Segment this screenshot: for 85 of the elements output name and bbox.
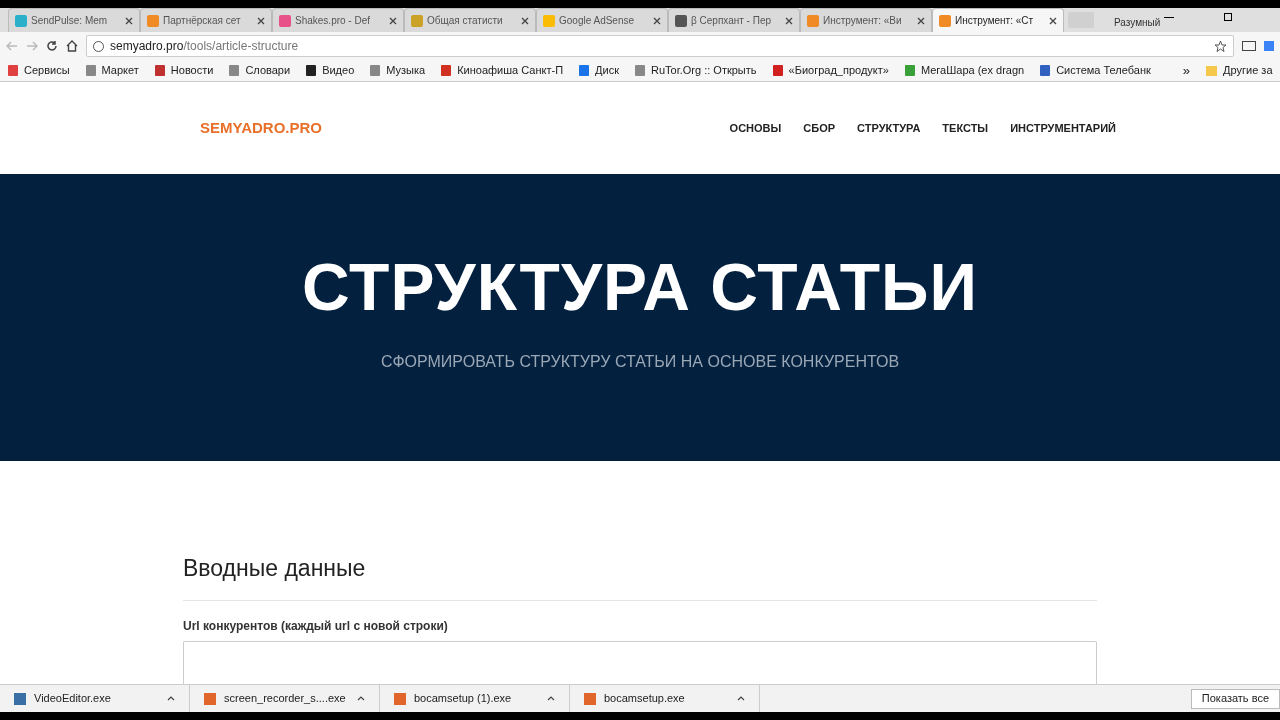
bookmark[interactable]: МегаШара (ex dragn — [904, 62, 1025, 79]
bookmark[interactable]: Видео — [306, 62, 355, 79]
favicon-icon — [807, 14, 819, 27]
bookmark-icon — [635, 65, 645, 76]
url-text: semyadro.pro/tools/article-structure — [110, 38, 299, 55]
browser-tab[interactable]: Shakes.pro - Def — [272, 8, 404, 32]
bookmark[interactable]: Система Телебанк — [1040, 62, 1151, 79]
tab-title: Google AdSense — [559, 14, 636, 28]
tab-title: Инструмент: «Ст — [955, 14, 1035, 28]
caret-icon — [167, 696, 175, 701]
tab-title: Общая статисти — [427, 14, 504, 28]
browser-tab[interactable]: Партнёрская сет — [140, 8, 272, 32]
close-icon[interactable] — [257, 16, 265, 25]
bookmark[interactable]: Киноафиша Санкт-П — [441, 62, 564, 79]
bookmark-icon — [306, 65, 317, 76]
browser-tab[interactable]: SendPulse: Mem — [8, 8, 140, 32]
bookmark-icon — [370, 65, 381, 76]
bookmark-icon — [904, 65, 915, 76]
browser-tab[interactable]: Инструмент: «Ви — [800, 8, 932, 32]
nav-link[interactable]: ИНСТРУМЕНТАРИЙ — [1010, 119, 1116, 137]
favicon-icon — [411, 14, 423, 27]
browser-tab[interactable]: β Серпхант - Пер — [668, 8, 800, 32]
favicon-icon — [675, 14, 687, 27]
nav-link[interactable]: СТРУКТУРА — [857, 119, 921, 137]
nav-link[interactable]: ТЕКСТЫ — [942, 119, 989, 137]
tab-title: Партнёрская сет — [163, 14, 242, 28]
bookmark[interactable]: Маркет — [85, 62, 139, 79]
tab-title: β Серпхант - Пер — [691, 14, 773, 28]
favicon-icon — [939, 14, 951, 27]
section-heading: Вводные данные — [183, 554, 367, 583]
bookmark-icon — [1040, 65, 1051, 76]
nav-link[interactable]: СБОР — [803, 119, 836, 137]
tab-title: Инструмент: «Ви — [823, 14, 903, 28]
folder-icon — [1206, 65, 1218, 76]
favicon-icon — [147, 14, 159, 27]
file-icon — [584, 692, 596, 705]
bookmark-icon — [8, 65, 18, 76]
bookmark-icon — [772, 65, 783, 76]
more-bookmarks-button[interactable]: » — [1182, 60, 1191, 81]
other-bookmarks[interactable]: Другие за — [1206, 62, 1273, 79]
star-icon[interactable] — [1214, 39, 1227, 53]
close-icon[interactable] — [785, 16, 793, 25]
browser-tab[interactable]: Google AdSense — [536, 8, 668, 32]
close-icon[interactable] — [125, 16, 133, 25]
file-icon — [14, 692, 26, 705]
bookmark[interactable]: Новости — [154, 62, 214, 79]
caret-icon — [357, 696, 365, 701]
close-icon[interactable] — [917, 16, 925, 25]
show-all-button[interactable]: Показать все — [1190, 688, 1280, 709]
browser-tab[interactable]: Инструмент: «Ст — [932, 8, 1064, 32]
close-icon[interactable] — [653, 16, 661, 25]
favicon-icon — [543, 14, 555, 27]
nav-link[interactable]: ОСНОВЫ — [729, 119, 782, 137]
caret-icon — [547, 696, 555, 701]
bookmark[interactable]: Диск — [579, 62, 619, 79]
hero-title: СТРУКТУРА СТАТЬИ — [302, 254, 978, 320]
bookmark-icon — [441, 65, 452, 76]
reader-icon[interactable] — [1242, 41, 1256, 51]
hero-subtitle: СФОРМИРОВАТЬ СТРУКТУРУ СТАТЬИ НА ОСНОВЕ КОНКУРЕНТОВ — [380, 352, 900, 372]
close-icon[interactable] — [389, 16, 397, 25]
caret-icon — [737, 696, 745, 701]
favicon-icon — [15, 14, 27, 27]
bookmark[interactable]: «Биоград_продукт» — [772, 62, 889, 79]
bookmark[interactable]: Словари — [229, 62, 291, 79]
address-bar[interactable]: semyadro.pro/tools/article-structure — [86, 35, 1234, 57]
restore-icon[interactable] — [1224, 13, 1232, 21]
bookmark-icon — [229, 65, 240, 76]
bookmark-icon — [579, 65, 590, 76]
bookmark-icon — [154, 65, 165, 76]
browser-tab[interactable]: Общая статисти — [404, 8, 536, 32]
field-label: Url конкурентов (каждый url с новой строки) — [183, 617, 449, 635]
file-icon — [394, 692, 406, 705]
reload-icon[interactable] — [46, 40, 58, 52]
close-icon[interactable] — [521, 16, 529, 25]
home-icon[interactable] — [66, 40, 78, 52]
bookmark[interactable]: Музыка — [370, 62, 426, 79]
profile-name[interactable]: Разумный — [1114, 15, 1161, 30]
favicon-icon — [279, 14, 291, 27]
bookmark-icon — [85, 65, 96, 76]
tab-title: SendPulse: Mem — [31, 14, 109, 28]
close-icon[interactable] — [1049, 16, 1057, 25]
file-icon — [204, 692, 216, 705]
bookmark[interactable]: RuTor.Org :: Открыть — [635, 62, 757, 79]
tab-title: Shakes.pro - Def — [295, 14, 372, 28]
bookmark[interactable]: Сервисы — [8, 62, 70, 79]
